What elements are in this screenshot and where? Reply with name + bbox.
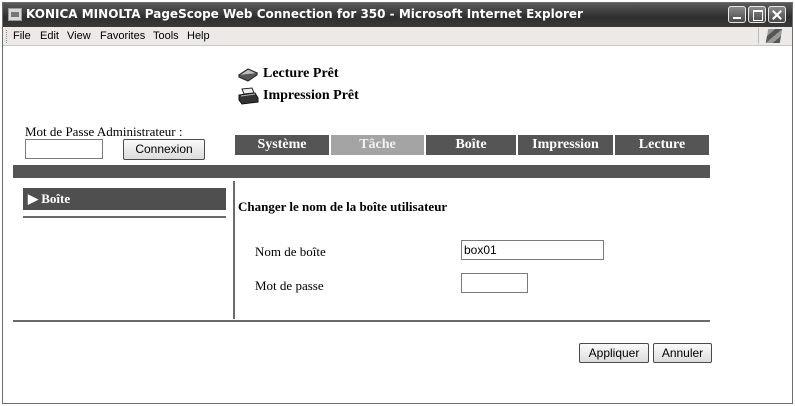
close-button[interactable] bbox=[768, 6, 786, 23]
tab-tache[interactable]: Tâche bbox=[331, 135, 424, 155]
cancel-button[interactable]: Annuler bbox=[653, 343, 712, 363]
login-button[interactable]: Connexion bbox=[123, 139, 205, 160]
print-status-text: Impression Prêt bbox=[263, 88, 359, 103]
admin-password-label: Mot de Passe Administrateur : bbox=[25, 124, 183, 139]
header-divider bbox=[13, 165, 710, 178]
menu-file[interactable]: File bbox=[13, 30, 31, 42]
tab-impression[interactable]: Impression bbox=[518, 135, 613, 155]
window-title: KONICA MINOLTA PageScope Web Connection … bbox=[26, 7, 583, 21]
browser-window: KONICA MINOLTA PageScope Web Connection … bbox=[2, 2, 793, 404]
menu-grip bbox=[6, 30, 8, 43]
tab-lecture[interactable]: Lecture bbox=[615, 135, 709, 155]
apply-button[interactable]: Appliquer bbox=[579, 343, 649, 363]
footer-divider bbox=[13, 320, 710, 322]
box-name-input[interactable]: box01 bbox=[461, 240, 604, 260]
sidebar-item-boite[interactable]: ▶ Boîte bbox=[23, 188, 226, 210]
menu-help[interactable]: Help bbox=[187, 30, 210, 42]
printer-icon bbox=[237, 87, 259, 105]
admin-password-input[interactable] bbox=[25, 139, 103, 159]
tab-boite[interactable]: Boîte bbox=[426, 135, 516, 155]
menu-edit[interactable]: Edit bbox=[40, 30, 59, 42]
scan-status-text: Lecture Prêt bbox=[263, 66, 339, 81]
scanner-icon bbox=[237, 65, 259, 83]
windows-logo-icon bbox=[758, 28, 788, 44]
menu-bar: File Edit View Favorites Tools Help bbox=[3, 27, 792, 46]
box-password-label: Mot de passe bbox=[255, 278, 324, 293]
form-title: Changer le nom de la boîte utilisateur bbox=[238, 199, 448, 214]
sidebar-divider bbox=[23, 216, 226, 218]
menu-favorites[interactable]: Favorites bbox=[100, 30, 145, 42]
ie-app-icon bbox=[8, 8, 22, 21]
box-password-input[interactable] bbox=[461, 273, 528, 293]
menu-view[interactable]: View bbox=[67, 30, 91, 42]
maximize-button[interactable] bbox=[748, 6, 766, 23]
title-bar: KONICA MINOLTA PageScope Web Connection … bbox=[3, 3, 792, 27]
tab-systeme[interactable]: Système bbox=[235, 135, 329, 155]
minimize-button[interactable] bbox=[728, 6, 746, 23]
box-name-label: Nom de boîte bbox=[255, 244, 326, 259]
page-content: Lecture Prêt Impression Prêt Mot de Pass… bbox=[3, 47, 792, 403]
sidebar-separator bbox=[233, 181, 235, 319]
menu-tools[interactable]: Tools bbox=[153, 30, 179, 42]
